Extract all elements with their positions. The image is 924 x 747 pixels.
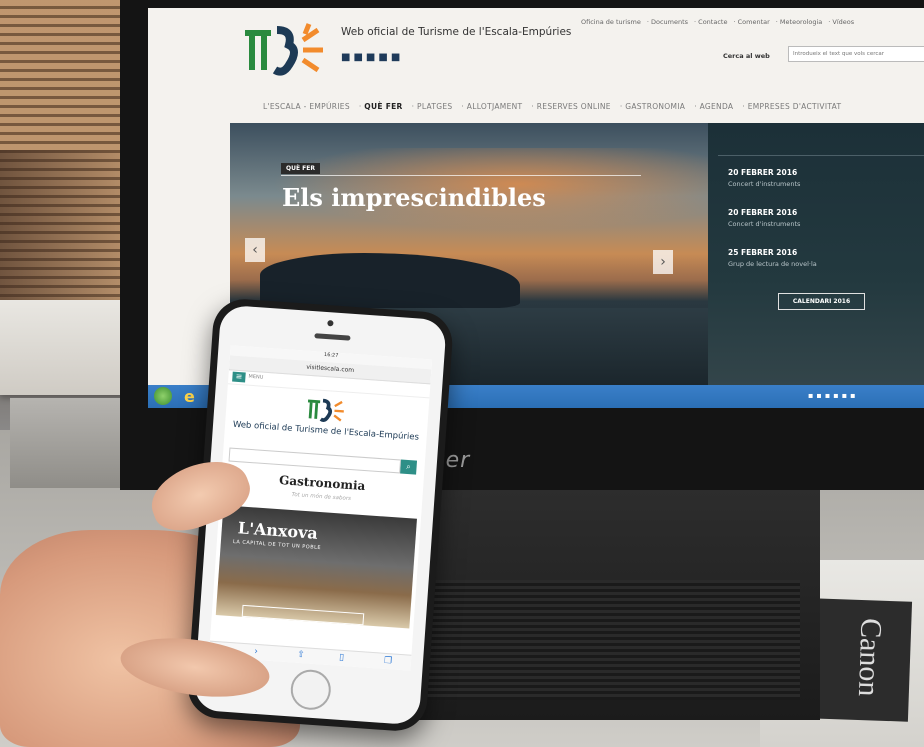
instagram-icon[interactable]: ■ [353,52,365,63]
top-link-comment[interactable]: Comentar [738,18,770,26]
nav-item-lescala[interactable]: L'ESCALA - EMPÚRIES [263,102,350,111]
menu-label: MENU [248,373,264,381]
hamburger-menu-icon[interactable]: ≡ [232,371,246,383]
calendar-button[interactable]: CALENDARI 2016 [778,293,865,310]
top-links: Oficina de turisme · Documents · Contacte ·… [581,18,855,26]
search-input[interactable]: Introdueix el text que vols cercar [788,46,924,62]
agenda-event: Concert d'instruments [728,180,801,188]
nav-item-agenda[interactable]: AGENDA [700,102,734,111]
front-camera-icon [327,320,334,327]
home-button[interactable] [289,668,333,712]
nav-item-reserves[interactable]: RESERVES ONLINE [537,102,611,111]
nav-item-gastronomia[interactable]: GASTRONOMIA [625,102,685,111]
nav-item-que-fer[interactable]: QUÈ FER [364,102,402,111]
bookmarks-icon[interactable]: ▯ [339,653,345,663]
tabs-icon[interactable]: ❐ [384,656,393,667]
hero-title: Els imprescindibles [282,183,546,212]
box-label: Canon [807,598,913,722]
mobile-site-logo-icon[interactable] [303,395,349,426]
site-logo-icon[interactable] [243,20,328,80]
hero-tag: QUÈ FER [281,163,320,174]
hero-next-arrow-icon[interactable]: › [653,250,673,274]
mobile-search-input[interactable] [228,447,402,474]
hero-divider [281,175,641,176]
top-link-contact[interactable]: Contacte [698,18,727,26]
nav-item-platges[interactable]: PLATGES [417,102,452,111]
nav-item-allotjament[interactable]: ALLOTJAMENT [467,102,523,111]
agenda-event: Concert d'instruments [728,220,801,228]
agenda-date: 20 FEBRER 2016 [728,208,798,217]
top-link-videos[interactable]: Vídeos [832,18,854,26]
agenda-item[interactable]: 20 FEBRER 2016 Concert d'instruments [728,208,800,228]
agenda-date: 25 FEBRER 2016 [728,248,798,257]
facebook-icon[interactable]: ■ [366,52,378,63]
nav-item-empreses[interactable]: EMPRESES D'ACTIVITAT [748,102,842,111]
agenda-date: 20 FEBRER 2016 [728,168,798,177]
agenda-item[interactable]: 20 FEBRER 2016 Concert d'instruments [728,168,800,188]
earpiece-speaker [314,333,351,341]
agenda-event: Grup de lectura de novel·la [728,260,817,268]
phone-screen: 16:27 visitlescala.com ≡ MENU Web oficia… [208,345,433,671]
site-title: Web oficial de Turisme de l'Escala-Empúr… [341,26,572,38]
system-tray-icons[interactable]: ▪▪▪▪▪▪ [808,391,859,400]
agenda-item[interactable]: 25 FEBRER 2016 Grup de lectura de novel·… [728,248,817,268]
youtube-icon[interactable]: ■ [391,52,403,63]
top-link-tourism-office[interactable]: Oficina de turisme [581,18,641,26]
stand-grille [420,580,800,700]
share-icon[interactable]: ⇧ [297,650,305,661]
box-text: Canon [851,617,888,698]
mobile-search-icon[interactable]: ⌕ [400,459,418,475]
paper-stack [0,300,135,395]
hero-prev-arrow-icon[interactable]: ‹ [245,238,265,262]
flickr-icon[interactable]: ■ [378,52,390,63]
agenda-divider [718,155,924,156]
forward-icon[interactable]: › [254,647,258,657]
internet-explorer-icon[interactable]: e [184,387,195,406]
main-nav: L'ESCALA - EMPÚRIES · QUÈ FER · PLATGES · A… [263,102,842,111]
search-label: Cerca al web [723,52,770,60]
start-button-icon[interactable] [154,387,172,405]
twitter-icon[interactable]: ■ [341,52,353,63]
top-link-documents[interactable]: Documents [651,18,688,26]
top-link-weather[interactable]: Meteorologia [780,18,822,26]
social-icons[interactable]: ■■■■■ [341,52,403,63]
